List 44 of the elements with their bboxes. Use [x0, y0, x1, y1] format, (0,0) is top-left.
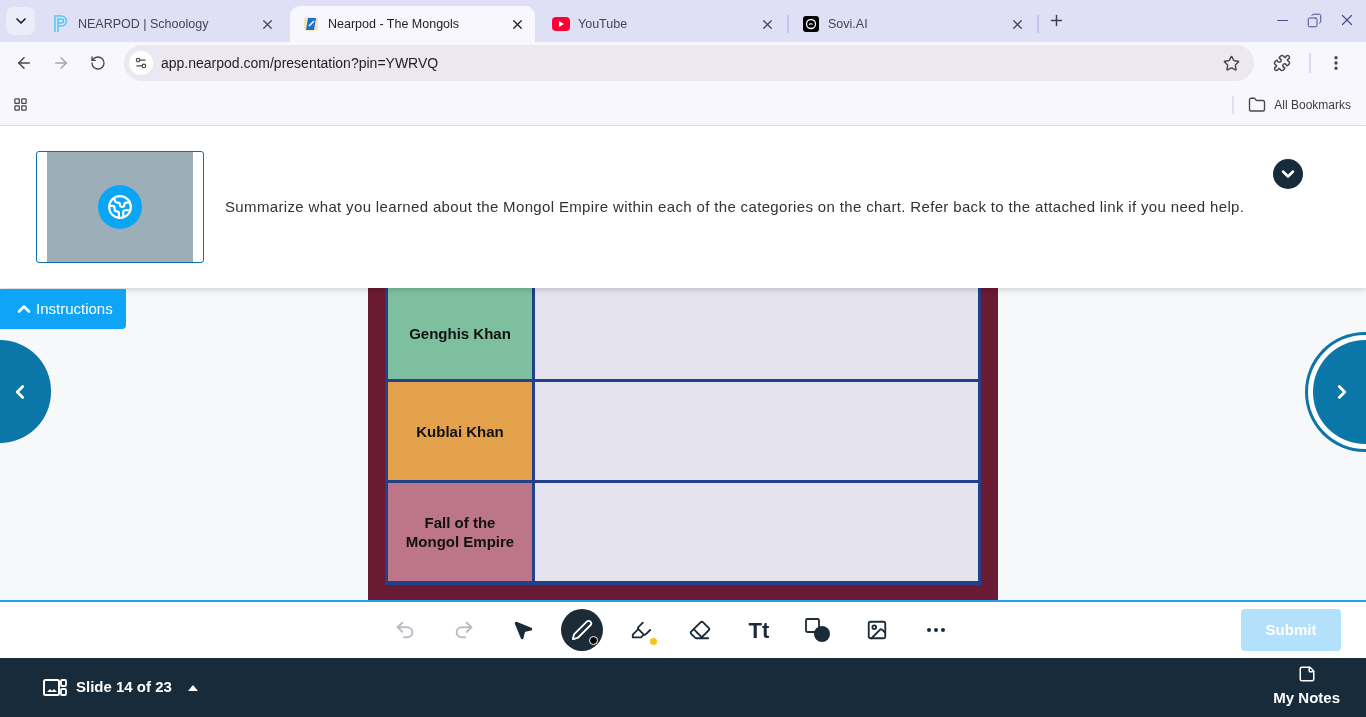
reload-icon — [90, 55, 106, 71]
highlighter-icon — [630, 619, 652, 641]
new-tab-icon[interactable] — [1048, 12, 1065, 29]
video-play-icon — [552, 17, 570, 31]
my-notes-button[interactable]: My Notes — [1273, 665, 1340, 710]
slanted-tile-icon — [303, 16, 319, 32]
all-bookmarks-button[interactable]: All Bookmarks — [1248, 95, 1351, 114]
tune-icon — [134, 56, 148, 70]
text-tool-button[interactable]: Tt — [738, 609, 780, 651]
pointer-icon — [512, 619, 534, 641]
folder-icon — [1248, 95, 1267, 114]
instructions-text: Summarize what you learned about the Mongol Empire within each of the categories on the chart. Refer back to the attached link if you need help. — [225, 196, 1245, 217]
tab-list-button[interactable] — [6, 7, 35, 35]
apps-icon[interactable] — [13, 97, 28, 112]
slides-icon — [43, 678, 67, 697]
row-header-cell: Genghis Khan — [388, 288, 532, 379]
caret-up-icon — [187, 684, 198, 691]
address-bar[interactable]: app.nearpod.com/presentation?pin=YWRVQ — [124, 45, 1254, 81]
arrow-right-icon — [52, 54, 70, 72]
pen-icon — [571, 619, 593, 641]
slide-counter-button[interactable]: Slide 14 of 23 — [43, 676, 198, 699]
more-icon — [927, 628, 945, 632]
undo-icon — [394, 619, 416, 641]
browser-tab[interactable]: Nearpod - The Mongols — [290, 6, 535, 42]
restore-icon[interactable] — [1307, 12, 1322, 28]
collapse-button[interactable] — [1273, 159, 1303, 189]
row-header-cell: Fall of the Mongol Empire — [388, 483, 532, 581]
circle-logo-icon — [803, 16, 819, 32]
extensions-icon[interactable] — [1273, 54, 1291, 72]
letter-p-icon — [53, 15, 69, 33]
site-info-button[interactable] — [129, 51, 153, 75]
browser-tab[interactable]: NEARPOD | Schoology — [40, 6, 285, 42]
pen-tool-button[interactable] — [561, 609, 603, 651]
browser-tab[interactable]: YouTube — [540, 6, 785, 42]
bookmark-star-icon[interactable] — [1223, 54, 1240, 72]
url-text: app.nearpod.com/presentation?pin=YWRVQ — [161, 53, 439, 73]
shape-icon — [804, 617, 832, 643]
row-header-cell: Kublai Khan — [388, 382, 532, 480]
image-icon — [866, 619, 888, 641]
redo-icon — [453, 619, 475, 641]
notes-icon — [1297, 665, 1316, 684]
globe-icon — [98, 185, 142, 229]
browser-tab[interactable]: Sovi.AI — [790, 6, 1035, 42]
eraser-icon — [689, 619, 711, 641]
